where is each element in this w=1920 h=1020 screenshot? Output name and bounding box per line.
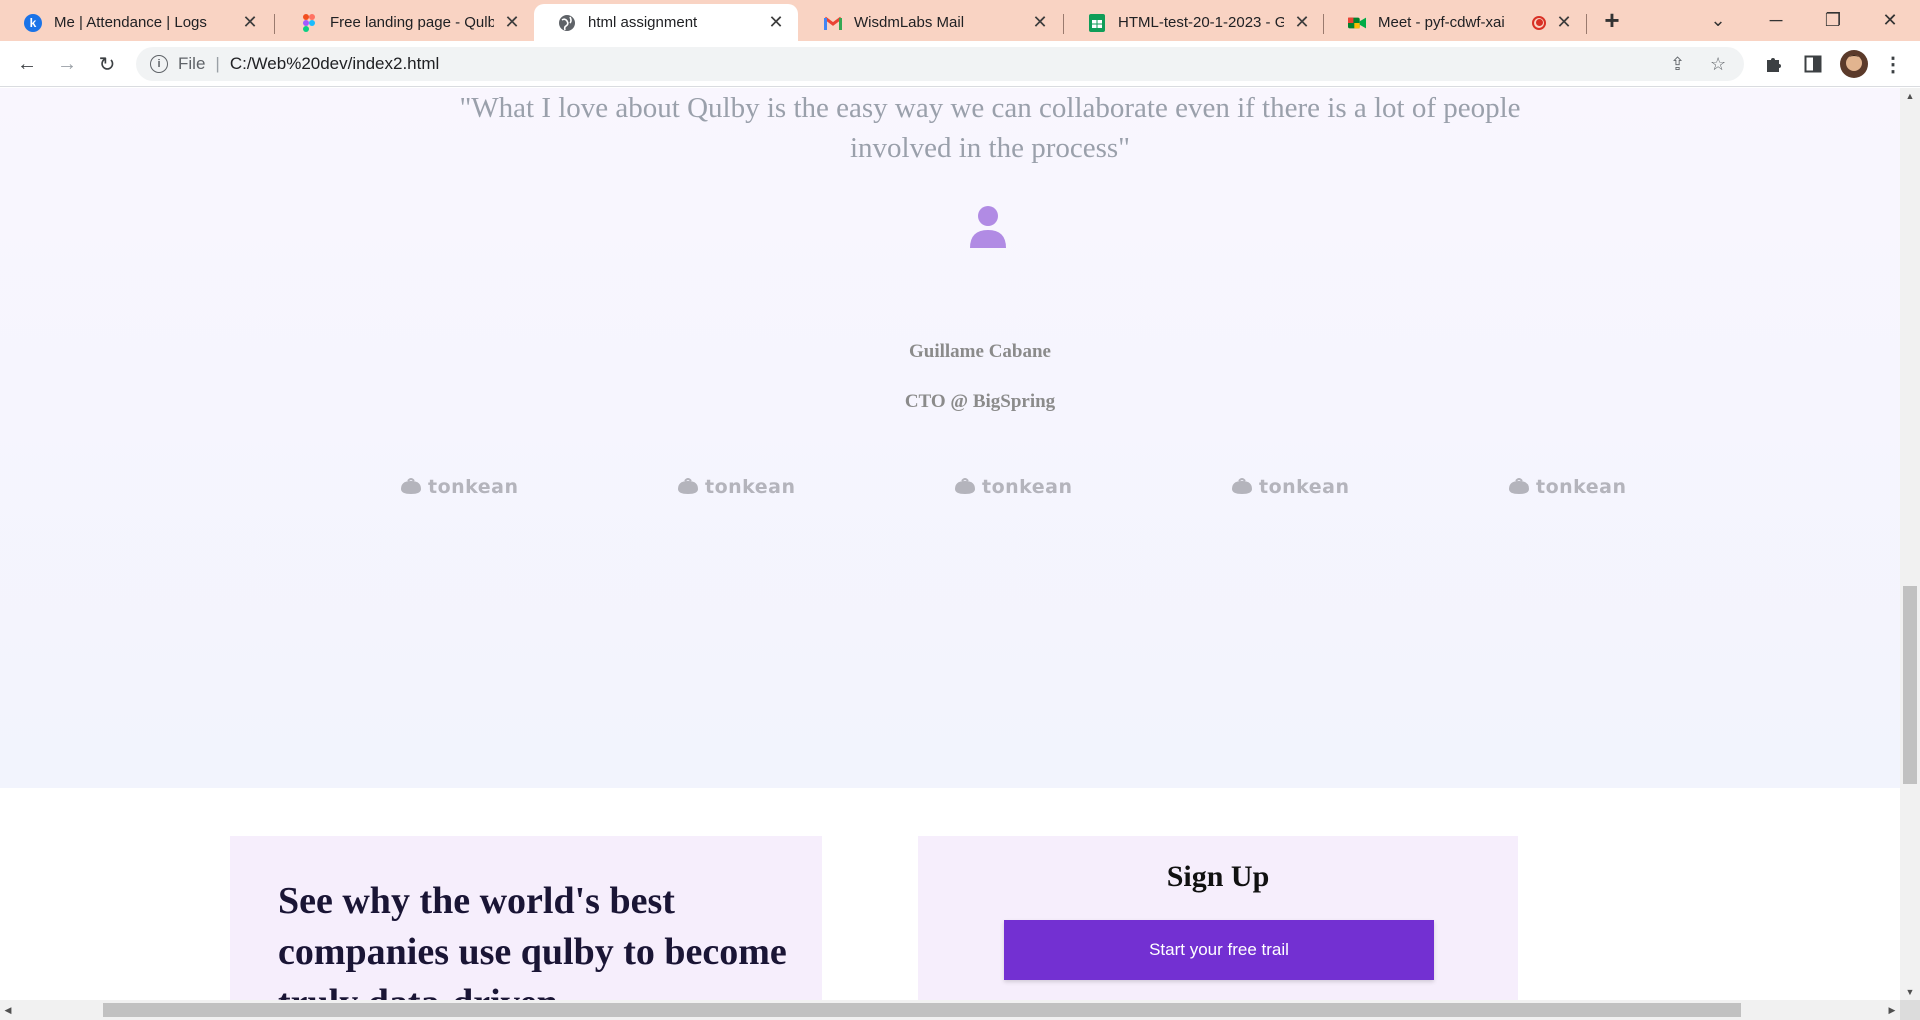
profile-avatar[interactable] (1840, 50, 1868, 78)
tab-wisdmlabs-mail[interactable]: WisdmLabs Mail ✕ (800, 4, 1062, 41)
more-menu-icon[interactable]: ⋮ (1880, 51, 1906, 77)
cta-heading-card: See why the world's best companies use q… (230, 836, 822, 1000)
sheets-icon (1088, 13, 1106, 32)
tonkean-logo-icon (401, 478, 421, 494)
info-icon[interactable]: i (150, 55, 168, 73)
close-icon[interactable]: ✕ (1292, 12, 1312, 33)
tab-search-chevron-icon[interactable]: ⌄ (1690, 0, 1746, 41)
person-icon (968, 204, 1008, 248)
signup-title: Sign Up (1166, 860, 1270, 893)
tab-title: Meet - pyf-cdwf-xai (1378, 14, 1505, 31)
share-icon[interactable]: ⇪ (1670, 47, 1685, 81)
gmail-icon (824, 14, 842, 32)
tonkean-logo-icon (955, 478, 975, 494)
logo-wordmark: tonkean (982, 476, 1073, 498)
scroll-down-arrow-icon[interactable]: ▼ (1900, 984, 1920, 1000)
testimonial-quote: "What I love about Qulby is the easy way… (459, 92, 1521, 164)
tab-separator (274, 14, 275, 34)
cta-heading: See why the world's best companies use q… (278, 880, 787, 1000)
tab-qulby-figma[interactable]: Free landing page - Qulby ( ✕ (276, 4, 534, 41)
tonkean-logo-icon (1232, 478, 1252, 494)
logo-wordmark: tonkean (1536, 476, 1627, 498)
horizontal-scroll-thumb[interactable] (103, 1003, 1741, 1017)
tab-meet[interactable]: Meet - pyf-cdwf-xai ✕ (1324, 4, 1586, 41)
logo-wordmark: tonkean (705, 476, 796, 498)
signup-card: Sign Up Start your free trail (918, 836, 1518, 1000)
meet-icon (1348, 14, 1366, 32)
close-icon[interactable]: ✕ (240, 12, 260, 33)
horizontal-scrollbar[interactable]: ◀ ▶ (0, 1000, 1900, 1020)
address-scheme: File (178, 54, 206, 73)
tonkean-logo-icon (678, 478, 698, 494)
close-icon[interactable]: ✕ (1554, 12, 1574, 33)
k-logo-icon: k (24, 13, 42, 32)
close-window-button[interactable]: ✕ (1862, 0, 1918, 41)
svg-text:k: k (30, 16, 37, 30)
forward-arrow-icon[interactable]: → (52, 49, 82, 79)
tonkean-logo: tonkean (400, 474, 519, 500)
address-url[interactable]: C:/Web%20dev/index2.html (230, 54, 439, 74)
testimonial-author-name: Guillame Cabane (909, 341, 1051, 362)
close-icon[interactable]: ✕ (502, 12, 522, 33)
tab-title: Free landing page - Qulby ( (330, 14, 494, 31)
globe-icon (558, 14, 576, 32)
side-panel-icon[interactable] (1800, 51, 1826, 77)
close-icon[interactable]: ✕ (766, 12, 786, 33)
scroll-up-arrow-icon[interactable]: ▲ (1900, 88, 1920, 104)
browser-toolbar: ← → ↻ i File | C:/Web%20dev/index2.html … (0, 41, 1920, 87)
testimonial-author-role: CTO @ BigSpring (904, 391, 1056, 412)
address-divider: | (215, 54, 220, 73)
tab-title: WisdmLabs Mail (854, 14, 965, 31)
tab-html-test-sheet[interactable]: HTML-test-20-1-2023 - Goo ✕ (1064, 4, 1324, 41)
figma-icon (300, 13, 318, 32)
extensions-puzzle-icon[interactable] (1760, 51, 1786, 77)
back-arrow-icon[interactable]: ← (12, 49, 42, 79)
tab-strip: k Me | Attendance | Logs ✕ Free landing … (0, 0, 1920, 41)
tonkean-logo: tonkean (677, 474, 796, 500)
tab-title: HTML-test-20-1-2023 - Goo (1118, 14, 1284, 31)
start-free-trial-button[interactable]: Start your free trail (1004, 920, 1434, 980)
new-tab-button[interactable]: + (1584, 0, 1640, 41)
logo-wordmark: tonkean (428, 476, 519, 498)
tab-title: html assignment (588, 14, 698, 31)
tab-html-assignment[interactable]: html assignment ✕ (534, 4, 798, 41)
scroll-left-arrow-icon[interactable]: ◀ (0, 1000, 16, 1020)
tonkean-logo-icon (1509, 478, 1529, 494)
address-bar[interactable]: i File | C:/Web%20dev/index2.html ⇪ ☆ (136, 47, 1744, 81)
restore-button[interactable]: ❐ (1805, 0, 1861, 41)
minimize-button[interactable]: ─ (1748, 0, 1804, 41)
vertical-scroll-thumb[interactable] (1903, 586, 1917, 784)
tab-attendance[interactable]: k Me | Attendance | Logs ✕ (0, 4, 272, 41)
scroll-right-arrow-icon[interactable]: ▶ (1884, 1000, 1900, 1020)
tonkean-logo: tonkean (1508, 474, 1627, 500)
reload-icon[interactable]: ↻ (92, 49, 122, 79)
tab-title: Me | Attendance | Logs (54, 14, 207, 31)
close-icon[interactable]: ✕ (1030, 12, 1050, 33)
star-icon[interactable]: ☆ (1710, 47, 1726, 81)
scrollbar-corner (1900, 1000, 1920, 1020)
vertical-scrollbar[interactable]: ▲ ▼ (1900, 88, 1920, 1000)
recording-icon (1532, 15, 1546, 30)
tonkean-logo: tonkean (1231, 474, 1350, 500)
testimonial-section: "What I love about Qulby is the easy way… (0, 88, 1900, 788)
page-viewport: "What I love about Qulby is the easy way… (0, 88, 1900, 1000)
tonkean-logo: tonkean (954, 474, 1073, 500)
logo-wordmark: tonkean (1259, 476, 1350, 498)
